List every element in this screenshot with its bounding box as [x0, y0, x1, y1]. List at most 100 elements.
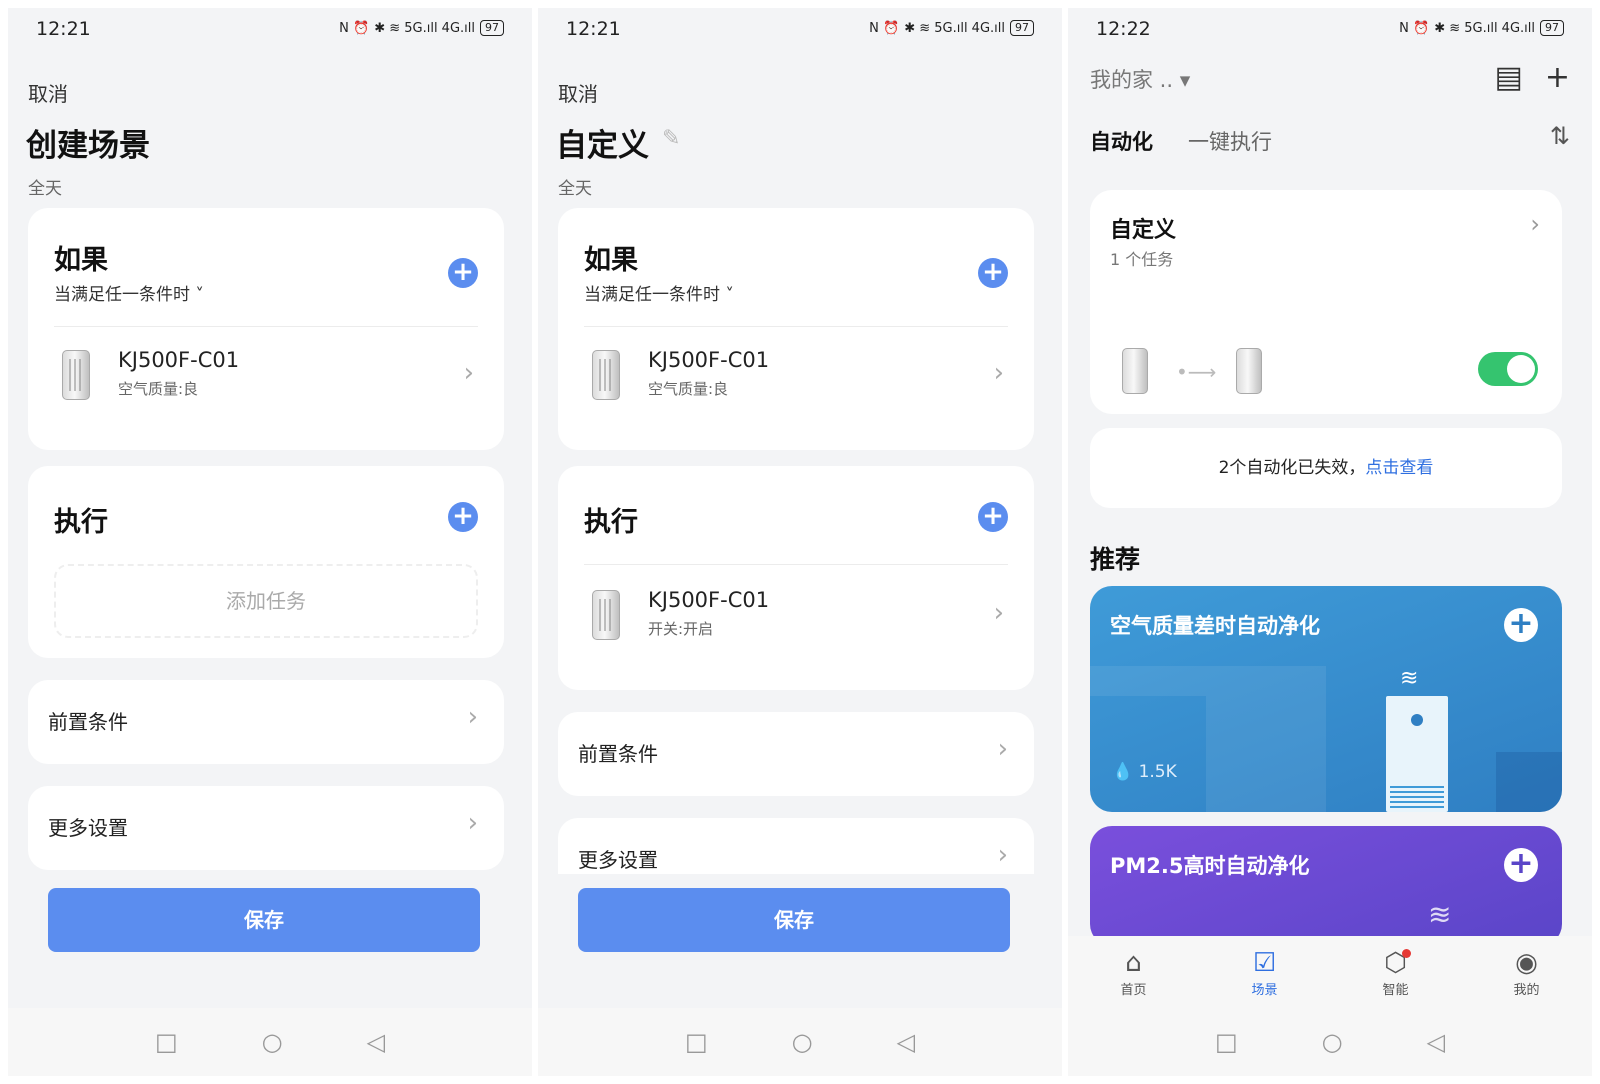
bottom-tab-bar: ⌂ 首页 ☑ 场景 ⬡ 智能 ◉ 我的 [1068, 936, 1592, 1008]
status-time: 12:21 [36, 18, 91, 40]
schedule-label[interactable]: 全天 [558, 174, 592, 199]
usage-count-value: 1.5K [1138, 762, 1177, 782]
air-purifier-illustration [1386, 696, 1448, 812]
schedule-label[interactable]: 全天 [28, 174, 62, 199]
add-recommendation-button[interactable]: + [1504, 608, 1538, 642]
condition-device-row[interactable]: KJ500F-C01 空气质量:良 › [584, 344, 1008, 414]
more-settings-label: 更多设置 [48, 816, 128, 840]
air-purifier-icon [592, 350, 620, 400]
device-name: KJ500F-C01 [648, 348, 770, 372]
home-icon[interactable]: ○ [792, 1028, 813, 1056]
tab-profile[interactable]: ◉ 我的 [1487, 947, 1567, 998]
chevron-right-icon: › [997, 734, 1008, 764]
precondition-row[interactable]: 前置条件 › [558, 712, 1034, 796]
signal-icons: ✱ ≋ 5G.ıll 4G.ıll [904, 20, 1005, 36]
usage-count: 💧 1.5K [1112, 762, 1177, 782]
decor [1496, 752, 1562, 812]
battery-icon: 97 [1010, 20, 1034, 36]
battery-icon: 97 [480, 20, 504, 36]
user-icon: ◉ [1515, 947, 1538, 978]
chevron-right-icon: › [993, 598, 1004, 628]
add-condition-button[interactable]: + [978, 258, 1008, 288]
wifi-icon: ≋ [1400, 666, 1419, 691]
tab-smart[interactable]: ⬡ 智能 [1356, 947, 1436, 998]
chevron-right-icon: › [993, 358, 1004, 388]
air-purifier-icon [1122, 348, 1148, 394]
status-left-icons: N ⏰ [869, 20, 900, 36]
back-icon[interactable]: ◁ [897, 1028, 915, 1056]
notice-text: 2个自动化已失效， [1218, 458, 1366, 478]
status-icons: N ⏰ ✱ ≋ 5G.ıll 4G.ıll 97 [339, 20, 504, 36]
battery-icon: 97 [1540, 20, 1564, 36]
condition-device-row[interactable]: KJ500F-C01 空气质量:良 › [54, 344, 478, 414]
divider [584, 326, 1008, 327]
condition-mode-dropdown[interactable]: 当满足任一条件时 ˅ [54, 280, 204, 305]
if-card: 如果 当满足任一条件时 ˅ + KJ500F-C01 空气质量:良 › [28, 208, 504, 450]
back-icon[interactable]: ◁ [367, 1028, 385, 1056]
recommendation-card[interactable]: PM2.5高时自动净化 + ≋ [1090, 826, 1562, 946]
status-bar: 12:22 N ⏰ ✱ ≋ 5G.ıll 4G.ıll 97 [1068, 8, 1592, 48]
sort-icon[interactable]: ⇅ [1550, 122, 1570, 150]
air-purifier-icon [62, 350, 90, 400]
automation-card[interactable]: 自定义 1 个任务 › •⟶ [1090, 190, 1562, 414]
cancel-button[interactable]: 取消 [28, 78, 68, 107]
back-icon[interactable]: ◁ [1427, 1028, 1445, 1056]
home-icon[interactable]: ○ [1322, 1028, 1343, 1056]
precondition-row[interactable]: 前置条件 › [28, 680, 504, 764]
add-action-button[interactable]: + [448, 502, 478, 532]
chevron-right-icon: › [997, 840, 1008, 870]
automation-toggle[interactable] [1478, 352, 1538, 386]
system-nav-bar: □ ○ ◁ [538, 1008, 1062, 1076]
more-settings-row[interactable]: 更多设置 › [558, 818, 1034, 874]
screen-create-scene: 12:21 N ⏰ ✱ ≋ 5G.ıll 4G.ıll 97 取消 创建场景 全… [8, 8, 532, 1076]
home-icon[interactable]: ○ [262, 1028, 283, 1056]
save-button[interactable]: 保存 [578, 888, 1010, 952]
add-action-button[interactable]: + [978, 502, 1008, 532]
device-state: 空气质量:良 [118, 380, 199, 398]
do-title: 执行 [584, 507, 638, 538]
notification-dot [1401, 948, 1411, 958]
status-bar: 12:21 N ⏰ ✱ ≋ 5G.ıll 4G.ıll 97 [8, 8, 532, 48]
recents-icon[interactable]: □ [1215, 1028, 1238, 1056]
view-link[interactable]: 点击查看 [1365, 458, 1433, 478]
tab-label: 首页 [1120, 982, 1147, 998]
home-icon: ⌂ [1125, 947, 1142, 978]
status-icons: N ⏰ ✱ ≋ 5G.ıll 4G.ıll 97 [869, 20, 1034, 36]
add-condition-button[interactable]: + [448, 258, 478, 288]
recommendation-title: PM2.5高时自动净化 [1110, 854, 1310, 878]
tab-automation[interactable]: 自动化 [1090, 126, 1153, 156]
tab-scenes[interactable]: ☑ 场景 [1225, 947, 1305, 998]
divider [54, 326, 478, 327]
status-left-icons: N ⏰ [1399, 20, 1430, 36]
log-icon[interactable]: ▤ [1495, 60, 1523, 95]
tab-label: 我的 [1513, 982, 1540, 998]
tab-home[interactable]: ⌂ 首页 [1094, 947, 1174, 998]
decor [1206, 696, 1326, 812]
precondition-label: 前置条件 [48, 710, 128, 734]
signal-icons: ✱ ≋ 5G.ıll 4G.ıll [374, 20, 475, 36]
screen-custom-scene: 12:21 N ⏰ ✱ ≋ 5G.ıll 4G.ıll 97 取消 自定义 ✎ … [538, 8, 1062, 1076]
add-task-button[interactable]: 添加任务 [54, 564, 478, 638]
save-button[interactable]: 保存 [48, 888, 480, 952]
recents-icon[interactable]: □ [155, 1028, 178, 1056]
edit-pencil-icon[interactable]: ✎ [662, 126, 680, 151]
cancel-button[interactable]: 取消 [558, 78, 598, 107]
device-name: KJ500F-C01 [118, 348, 240, 372]
condition-mode-dropdown[interactable]: 当满足任一条件时 ˅ [584, 280, 734, 305]
home-selector-dropdown[interactable]: 我的家 .. ▾ [1090, 64, 1190, 94]
chevron-right-icon: › [467, 702, 478, 732]
action-device-row[interactable]: KJ500F-C01 开关:开启 › [584, 584, 1008, 654]
air-purifier-icon [592, 590, 620, 640]
do-card: 执行 + 添加任务 [28, 466, 504, 658]
recents-icon[interactable]: □ [685, 1028, 708, 1056]
system-nav-bar: □ ○ ◁ [8, 1008, 532, 1076]
header-actions: ▤ + [1495, 60, 1571, 95]
page-title: 创建场景 [26, 128, 150, 164]
cube-icon: ⬡ [1384, 947, 1407, 978]
tab-one-tap[interactable]: 一键执行 [1188, 126, 1272, 156]
device-state: 空气质量:良 [648, 380, 729, 398]
recommendation-card[interactable]: 空气质量差时自动净化 + ≋ 💧 1.5K [1090, 586, 1562, 812]
add-recommendation-button[interactable]: + [1504, 848, 1538, 882]
more-settings-row[interactable]: 更多设置 › [28, 786, 504, 870]
add-icon[interactable]: + [1545, 60, 1570, 95]
